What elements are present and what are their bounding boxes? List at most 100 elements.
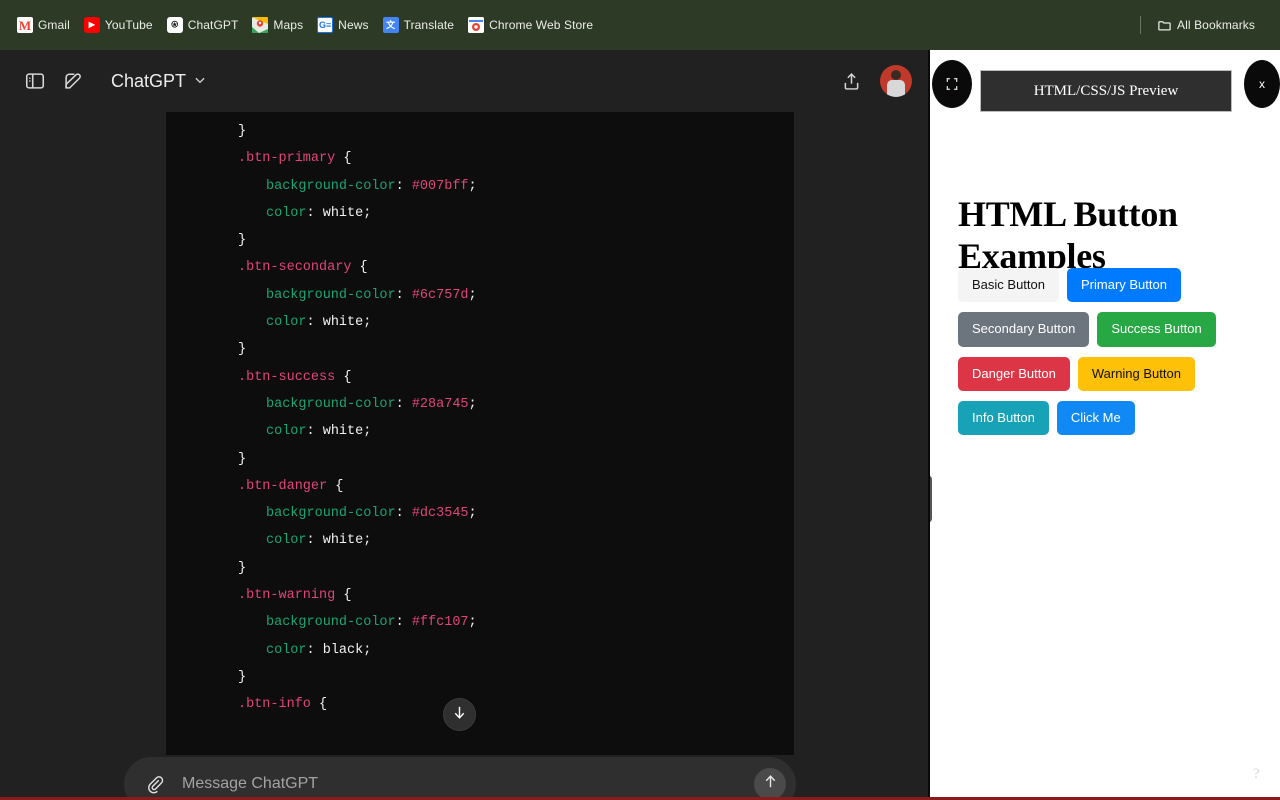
- preview-button-secondary-button[interactable]: Secondary Button: [958, 312, 1090, 347]
- code-block-css: } .btn-primary {background-color: #007bff…: [166, 112, 794, 755]
- code-line: .btn-info {: [166, 691, 794, 718]
- bookmark-item-translate[interactable]: 文 Translate: [376, 13, 461, 37]
- code-line: color: white;: [166, 309, 794, 336]
- code-token-punc: {: [335, 588, 352, 604]
- code-token-plain: white: [322, 533, 364, 549]
- help-question-icon[interactable]: ?: [1253, 766, 1260, 783]
- bookmark-label: News: [338, 18, 369, 32]
- chat-header: ChatGPT: [0, 50, 928, 112]
- share-upload-icon[interactable]: [832, 62, 870, 100]
- browser-bookmark-bar: M Gmail ▶ YouTube ⍟ ChatGPT Maps G≡ News 文 Transla…: [0, 0, 1280, 50]
- arrow-down-icon: [451, 704, 468, 726]
- user-avatar[interactable]: [880, 65, 912, 97]
- model-selector[interactable]: ChatGPT: [102, 66, 216, 97]
- code-token-prop: color: [266, 642, 307, 658]
- preview-button-group: Basic Button Primary Button Secondary Butt…: [958, 268, 1258, 436]
- code-token-plain: white: [322, 315, 364, 331]
- code-token-plain: white: [322, 424, 364, 440]
- preview-button-basic-button[interactable]: Basic Button: [958, 268, 1059, 303]
- close-preview-button[interactable]: x: [1244, 60, 1280, 108]
- code-token-sel: .btn-danger: [238, 478, 328, 494]
- preview-button-primary-button[interactable]: Primary Button: [1067, 268, 1181, 303]
- bookmark-item-youtube[interactable]: ▶ YouTube: [77, 13, 160, 37]
- code-token-sel: .btn-warning: [238, 588, 336, 604]
- code-token-punc: :: [306, 315, 323, 331]
- code-line: }: [166, 336, 794, 363]
- all-bookmarks-area: All Bookmarks: [1140, 13, 1270, 37]
- sidebar-toggle-icon[interactable]: [16, 62, 54, 100]
- fullscreen-expand-icon[interactable]: [932, 60, 972, 108]
- youtube-icon: ▶: [83, 17, 100, 33]
- bookmark-item-maps[interactable]: Maps: [245, 13, 310, 37]
- scroll-to-bottom-button[interactable]: [443, 698, 476, 731]
- code-token-prop: color: [266, 424, 307, 440]
- code-token-sel: .btn-secondary: [238, 260, 352, 276]
- code-token-punc: :: [306, 424, 323, 440]
- chatgpt-conversation-pane: ChatGPT } .btn-primary {background-color:…: [0, 50, 928, 800]
- code-line: color: white;: [166, 200, 794, 227]
- bookmark-label: Maps: [273, 18, 304, 32]
- code-token-val: #dc3545: [411, 506, 469, 522]
- code-token-punc: ;: [363, 533, 372, 549]
- chat-header-actions: [832, 62, 912, 100]
- code-token-punc: }: [238, 451, 247, 467]
- code-token-sel: .btn-info: [238, 697, 311, 713]
- code-token-punc: :: [395, 615, 412, 631]
- preview-button-warning-button[interactable]: Warning Button: [1077, 356, 1195, 391]
- code-token-punc: {: [335, 151, 352, 167]
- bookmark-item-chatgpt[interactable]: ⍟ ChatGPT: [160, 13, 246, 37]
- code-token-plain: black: [322, 642, 364, 658]
- code-token-punc: ;: [468, 506, 477, 522]
- code-token-prop: background-color: [266, 178, 396, 194]
- code-token-punc: ;: [363, 424, 372, 440]
- code-line: color: white;: [166, 418, 794, 445]
- code-line: }: [166, 555, 794, 582]
- send-message-button[interactable]: [754, 768, 786, 800]
- preview-title: HTML/CSS/JS Preview: [1033, 82, 1179, 99]
- chatgpt-icon: ⍟: [166, 17, 183, 33]
- code-token-punc: {: [310, 697, 328, 713]
- new-chat-pencil-icon[interactable]: [54, 62, 92, 100]
- all-bookmarks-button[interactable]: All Bookmarks: [1149, 13, 1262, 37]
- message-input[interactable]: [170, 775, 754, 793]
- code-line: background-color: #28a745;: [166, 391, 794, 418]
- code-token-sel: .btn-success: [238, 369, 336, 385]
- code-token-punc: :: [395, 396, 412, 412]
- code-token-prop: color: [266, 315, 307, 331]
- code-token-val: #28a745: [411, 396, 469, 412]
- code-token-punc: }: [238, 669, 247, 685]
- code-token-punc: ;: [363, 205, 372, 221]
- bookmark-item-news[interactable]: G≡ News: [310, 13, 375, 37]
- code-token-prop: background-color: [266, 615, 396, 631]
- code-token-punc: {: [327, 478, 344, 494]
- code-line: background-color: #007bff;: [166, 173, 794, 200]
- code-line: }: [166, 118, 794, 145]
- news-icon: G≡: [317, 17, 334, 33]
- pane-resize-handle[interactable]: [930, 475, 932, 523]
- code-token-punc: :: [306, 642, 323, 658]
- chevron-down-icon: [193, 71, 207, 92]
- code-token-punc: }: [238, 124, 247, 139]
- code-token-punc: ;: [468, 396, 477, 412]
- bookmark-item-chrome-web-store[interactable]: Chrome Web Store: [461, 13, 600, 37]
- code-line: }: [166, 664, 794, 691]
- code-token-punc: }: [238, 233, 247, 249]
- code-line: .btn-danger {: [166, 473, 794, 500]
- maps-icon: [252, 17, 269, 33]
- message-composer[interactable]: [124, 757, 796, 800]
- code-token-val: #ffc107: [411, 615, 469, 631]
- bookmark-item-gmail[interactable]: M Gmail: [10, 13, 77, 37]
- code-token-punc: :: [306, 205, 323, 221]
- paperclip-icon[interactable]: [140, 769, 170, 799]
- code-token-punc: ;: [363, 315, 372, 331]
- preview-button-success-button[interactable]: Success Button: [1097, 312, 1216, 347]
- preview-button-info-button[interactable]: Info Button: [958, 400, 1049, 436]
- bookmark-label: Gmail: [38, 18, 70, 32]
- code-line: background-color: #ffc107;: [166, 609, 794, 636]
- preview-button-click-me[interactable]: Click Me: [1056, 400, 1135, 436]
- model-label: ChatGPT: [111, 70, 187, 91]
- code-token-punc: :: [395, 506, 412, 522]
- code-token-prop: background-color: [266, 506, 396, 522]
- preview-button-danger-button[interactable]: Danger Button: [958, 356, 1070, 391]
- close-icon: x: [1259, 77, 1265, 91]
